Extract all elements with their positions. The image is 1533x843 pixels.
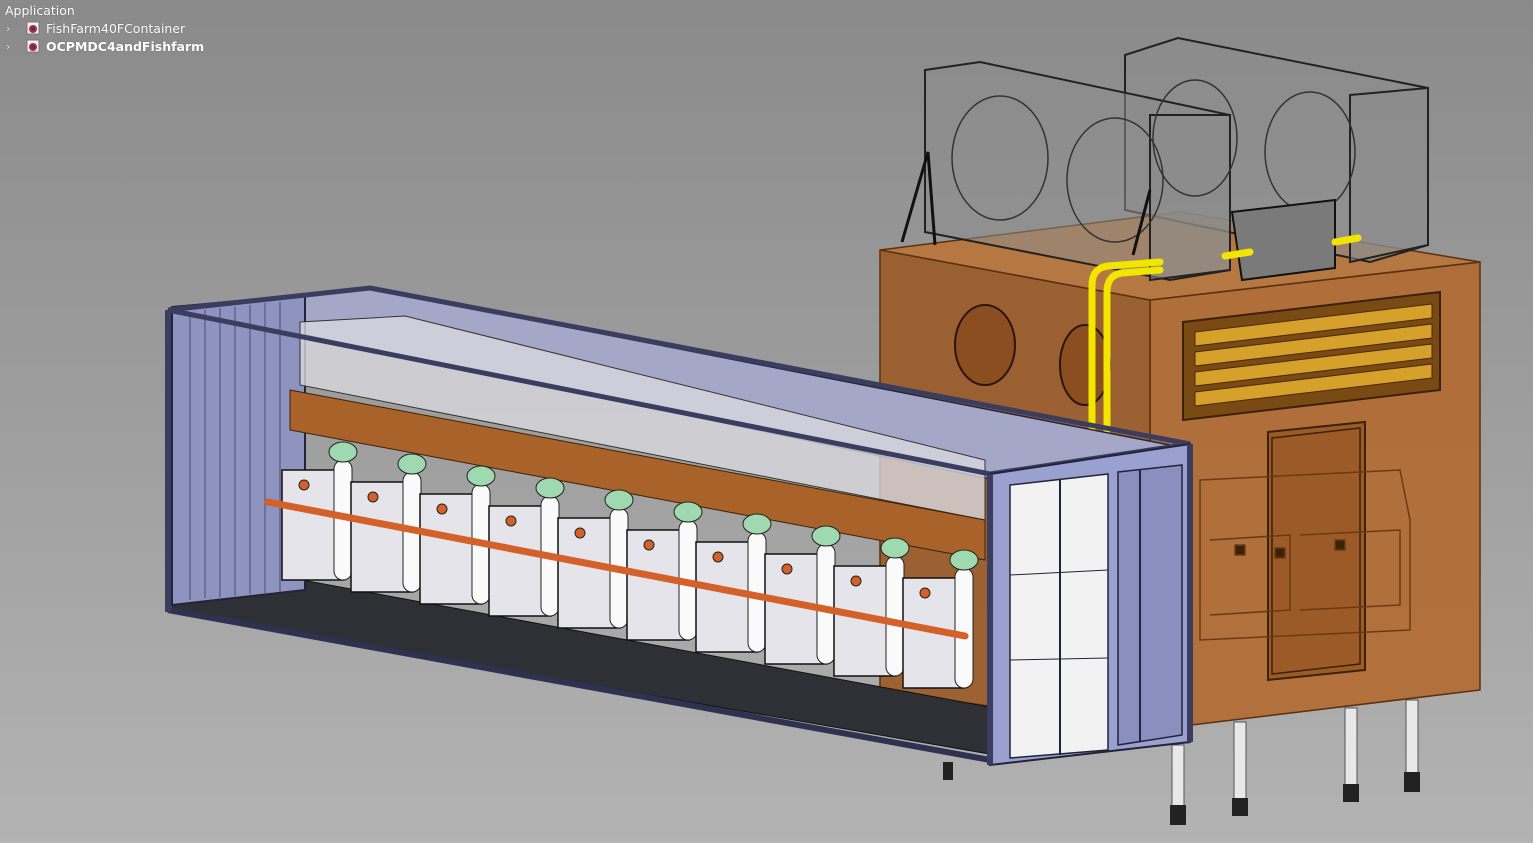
- tank-column: [816, 543, 836, 665]
- tank-column: [885, 555, 905, 677]
- tank-cap: [880, 537, 910, 559]
- valve: [505, 515, 517, 527]
- duct-opening: [954, 304, 1016, 386]
- tank-cap: [811, 525, 841, 547]
- document-icon: [26, 21, 40, 35]
- document-icon: [26, 39, 40, 53]
- valve: [574, 527, 586, 539]
- valve: [298, 479, 310, 491]
- valve: [436, 503, 448, 515]
- tank-cap: [466, 465, 496, 487]
- valve: [712, 551, 724, 563]
- tank-cap: [949, 549, 979, 571]
- 3d-viewport[interactable]: [0, 0, 1533, 843]
- tank-cap: [397, 453, 427, 475]
- tree-root-label: Application: [5, 3, 75, 18]
- tank-cap: [673, 501, 703, 523]
- chevron-right-icon[interactable]: ›: [6, 22, 20, 35]
- duct-opening: [1059, 324, 1111, 406]
- chevron-right-icon[interactable]: ›: [6, 40, 20, 53]
- valve: [850, 575, 862, 587]
- tank-cap: [604, 489, 634, 511]
- control-box: [1230, 198, 1336, 282]
- tank-cap: [328, 441, 358, 463]
- tree-node-ocpmdc4andfishfarm[interactable]: › OCPMDC4andFishfarm: [6, 38, 204, 54]
- tree-node-label: FishFarm40FContainer: [46, 20, 186, 36]
- tank-column: [954, 567, 974, 689]
- tree-node-label: OCPMDC4andFishfarm: [46, 38, 205, 54]
- tree-node-fishfarm40fcontainer[interactable]: › FishFarm40FContainer: [6, 20, 185, 36]
- valve: [367, 491, 379, 503]
- valve: [919, 587, 931, 599]
- tank-cap: [535, 477, 565, 499]
- valve: [781, 563, 793, 575]
- tank-cap: [742, 513, 772, 535]
- valve: [643, 539, 655, 551]
- container-doors[interactable]: [987, 442, 1193, 767]
